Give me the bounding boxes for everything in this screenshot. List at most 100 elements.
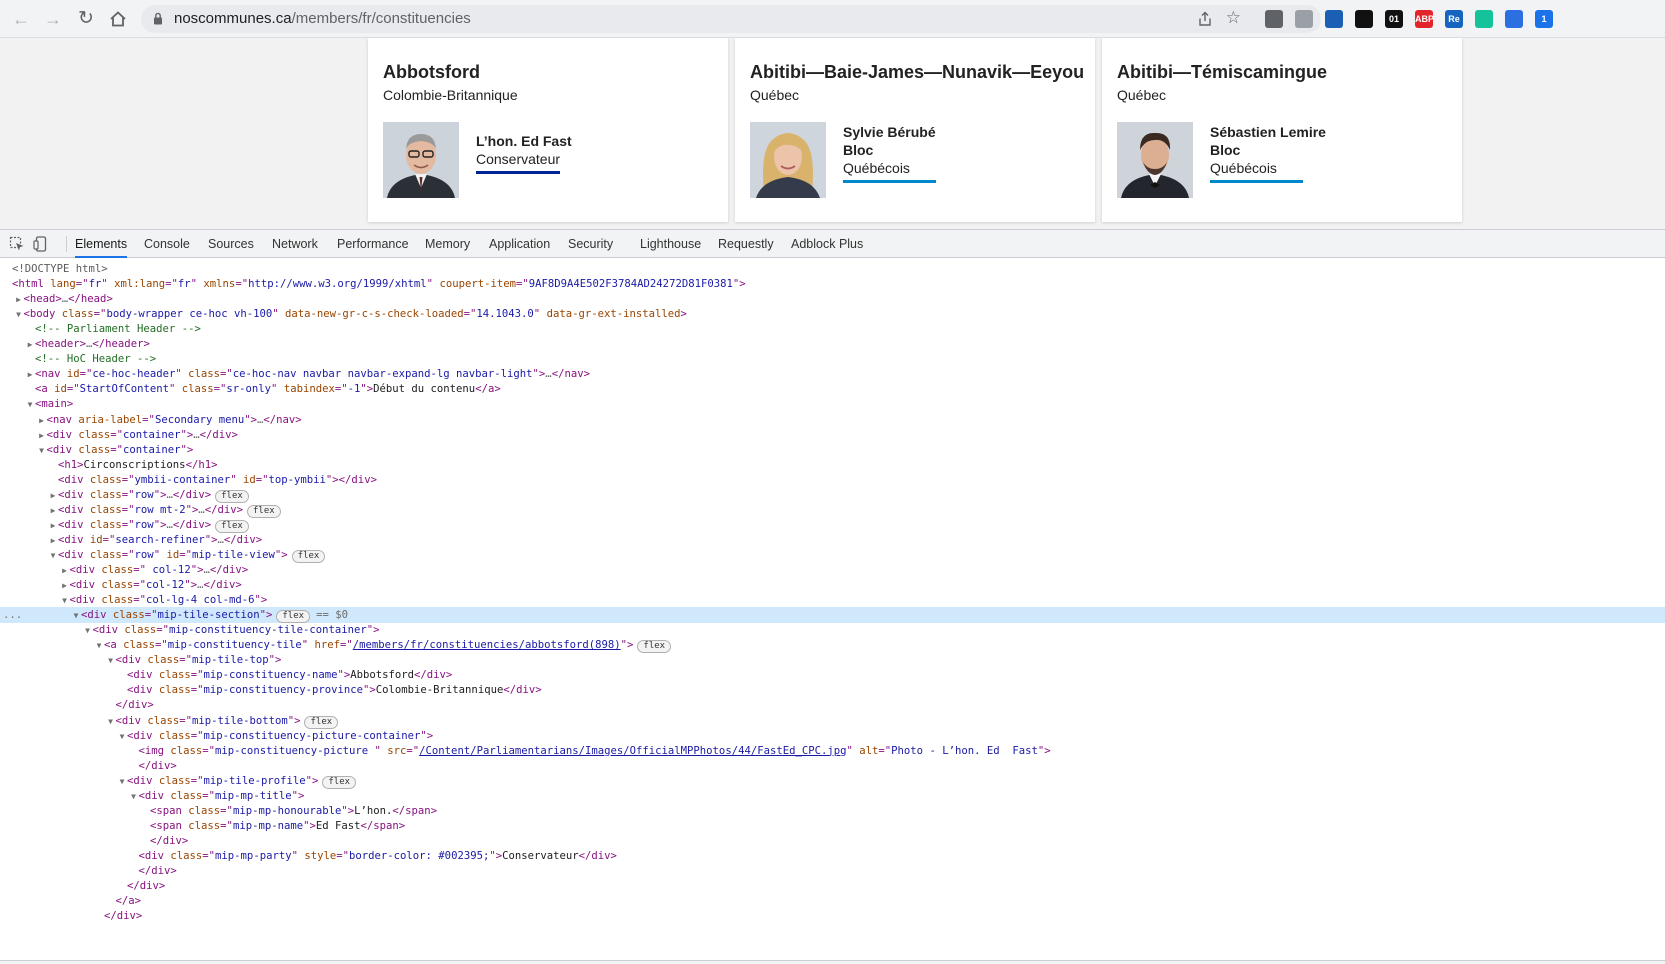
constituency-tile[interactable]: Abbotsford Colombie-Britannique L’hon. E… [368, 38, 728, 222]
forward-arrow-icon[interactable]: → [41, 7, 65, 31]
dom-token: =" [79, 368, 93, 381]
dom-node[interactable]: ▼ <div class="mip-tile-top"> [0, 652, 1665, 668]
flex-badge[interactable]: flex [304, 715, 339, 729]
constituency-tile[interactable]: Abitibi—Témiscamingue Québec Sébastien L… [1102, 38, 1462, 222]
dom-node-selected[interactable]: ... ▼ <div class="mip-tile-section"> flex ==… [0, 607, 1665, 624]
dom-node[interactable]: <img class="mip-constituency-picture " s… [0, 743, 1665, 759]
devtools-tab-elements[interactable]: Elements [75, 230, 128, 258]
dom-token: class [124, 624, 157, 637]
device-toolbar-icon[interactable] [33, 236, 49, 252]
dom-node[interactable]: ▶ <div class="col-12">…</div> [0, 577, 1665, 593]
dom-token: =" [235, 278, 249, 291]
dom-node[interactable]: <div class="mip-constituency-name">Abbot… [0, 667, 1665, 683]
devtools-tab-adblock-plus[interactable]: Adblock Plus [791, 230, 863, 258]
flex-badge[interactable]: flex [215, 489, 249, 503]
dom-node[interactable]: </a> [0, 893, 1665, 909]
dom-node[interactable]: </div> [0, 697, 1665, 713]
reload-icon[interactable]: ↻ [74, 7, 98, 31]
gutter-ellipsis[interactable]: ... [3, 607, 22, 623]
bookmark-star-icon[interactable]: ☆ [1226, 8, 1241, 28]
dom-token: "> [268, 654, 282, 667]
re-ext-icon[interactable]: Re [1445, 10, 1463, 28]
dom-node[interactable]: ▶ <div class="row">…</div> flex [0, 487, 1665, 503]
dom-token: src [387, 744, 407, 757]
dom-node[interactable]: ▶ <div id="search-refiner">…</div> [0, 532, 1665, 548]
dom-node[interactable]: ▶ <nav aria-label="Secondary menu">…</nav… [0, 412, 1665, 428]
dom-token[interactable]: /Content/Parliamentarians/Images/Officia… [419, 745, 846, 757]
devtools-tab-console[interactable]: Console [144, 230, 190, 258]
devtools-tab-memory[interactable]: Memory [425, 230, 470, 258]
dom-node[interactable]: ▶ <header>…</header> [0, 336, 1665, 352]
devtools-tab-requestly[interactable]: Requestly [718, 230, 774, 258]
flex-badge[interactable]: flex [215, 519, 249, 533]
person-ext-icon[interactable]: 1 [1535, 10, 1553, 28]
dom-token: <div [115, 714, 148, 727]
dom-token: body-wrapper ce-hoc vh-100 [106, 308, 273, 321]
elements-dom-tree[interactable]: <!DOCTYPE html> <html lang="fr" xml:lang=… [0, 259, 1665, 939]
back-arrow-icon[interactable]: ← [9, 7, 33, 31]
dom-node[interactable]: ▼ <main> [0, 396, 1665, 412]
dom-node[interactable]: <span class="mip-mp-honourable">L’hon.</… [0, 803, 1665, 819]
dom-node[interactable]: ▶ <div class=" col-12">…</div> [0, 562, 1665, 578]
flex-badge[interactable]: flex [291, 549, 326, 563]
devtools-tab-network[interactable]: Network [272, 230, 318, 258]
dom-node[interactable]: <!DOCTYPE html> [0, 261, 1665, 277]
dom-node[interactable]: </div> [0, 758, 1665, 774]
flex-badge[interactable]: flex [247, 504, 281, 518]
home-icon[interactable] [106, 7, 130, 31]
dom-node[interactable]: <h1>Circonscriptions</h1> [0, 457, 1665, 473]
devtools-tab-application[interactable]: Application [489, 230, 550, 258]
devtools-tab-sources[interactable]: Sources [208, 230, 254, 258]
dom-node[interactable]: ▼ <div class="mip-tile-profile"> flex [0, 773, 1665, 789]
dom-node[interactable]: ▼ <div class="container"> [0, 442, 1665, 458]
dom-node[interactable]: ▼ <div class="mip-constituency-picture-co… [0, 728, 1665, 744]
dom-node[interactable]: </div> [0, 878, 1665, 894]
dom-token[interactable]: /members/fr/constituencies/abbotsford(89… [353, 639, 621, 651]
search-ext-icon[interactable] [1265, 10, 1283, 28]
dom-token: "> [287, 714, 301, 727]
dom-node[interactable]: ▼ <body class="body-wrapper ce-hoc vh-100… [0, 306, 1665, 322]
flex-badge[interactable]: flex [276, 610, 311, 624]
zero-one-ext-icon[interactable]: 01 [1385, 10, 1403, 28]
dom-node[interactable]: <div class="ymbii-container" id="top-ymb… [0, 472, 1665, 488]
dom-node[interactable]: ▶ <nav id="ce-hoc-header" class="ce-hoc-n… [0, 366, 1665, 382]
grammarly-ext-icon[interactable] [1475, 10, 1493, 28]
dom-node[interactable]: ▶ <div class="row mt-2">…</div> flex [0, 502, 1665, 518]
adblock-ext-icon[interactable]: ABP [1415, 10, 1434, 28]
dom-node[interactable]: ▼ <div class="mip-mp-title"> [0, 788, 1665, 804]
dom-node[interactable]: ▼ <div class="col-lg-4 col-md-6"> [0, 592, 1665, 608]
dom-token: <div [58, 533, 90, 546]
dom-node[interactable]: ▼ <a class="mip-constituency-tile" href="… [0, 637, 1665, 654]
share-icon[interactable] [1197, 11, 1213, 27]
flex-badge[interactable]: flex [322, 775, 357, 789]
dom-node[interactable]: ▼ <div class="row" id="mip-tile-view"> fle… [0, 547, 1665, 563]
devtools-tab-lighthouse[interactable]: Lighthouse [640, 230, 701, 258]
dom-node[interactable]: ▶ <div class="container">…</div> [0, 427, 1665, 443]
dom-node[interactable]: ▼ <div class="mip-tile-bottom"> flex [0, 713, 1665, 729]
dom-node[interactable]: ▼ <div class="mip-constituency-tile-conta… [0, 622, 1665, 638]
cap-ext-icon[interactable] [1505, 10, 1523, 28]
notion-ext-icon[interactable] [1355, 10, 1373, 28]
dom-node[interactable]: </div> [0, 863, 1665, 879]
inspect-element-icon[interactable] [9, 236, 25, 252]
dom-node[interactable]: <div class="mip-constituency-province">C… [0, 682, 1665, 698]
flex-badge[interactable]: flex [637, 640, 672, 654]
dom-node[interactable]: <!-- HoC Header --> [0, 351, 1665, 367]
dom-node[interactable]: </div> [0, 908, 1665, 924]
clock-ext-icon[interactable] [1325, 10, 1343, 28]
address-bar[interactable]: noscommunes.ca/members/fr/constituencies… [141, 5, 1321, 33]
dom-node[interactable]: <!-- Parliament Header --> [0, 321, 1665, 337]
dom-token: "> [153, 518, 167, 531]
dom-node[interactable]: <a id="StartOfContent" class="sr-only" t… [0, 381, 1665, 397]
constituency-tile[interactable]: Abitibi—Baie-James—Nunavik—Eeyou Québec … [735, 38, 1095, 222]
dom-node[interactable]: ▶ <div class="row">…</div> flex [0, 517, 1665, 533]
reader-ext-icon[interactable] [1295, 10, 1313, 28]
dom-node[interactable]: <html lang="fr" xml:lang="fr" xmlns="htt… [0, 276, 1665, 292]
dom-node[interactable]: </div> [0, 833, 1665, 849]
dom-token: Début du contenu [373, 383, 476, 396]
dom-node[interactable]: <span class="mip-mp-name">Ed Fast</span> [0, 818, 1665, 834]
devtools-tab-performance[interactable]: Performance [337, 230, 409, 258]
dom-node[interactable]: ▶ <head>…</head> [0, 291, 1665, 307]
dom-node[interactable]: <div class="mip-mp-party" style="border-… [0, 848, 1665, 864]
devtools-tab-security[interactable]: Security [568, 230, 613, 258]
